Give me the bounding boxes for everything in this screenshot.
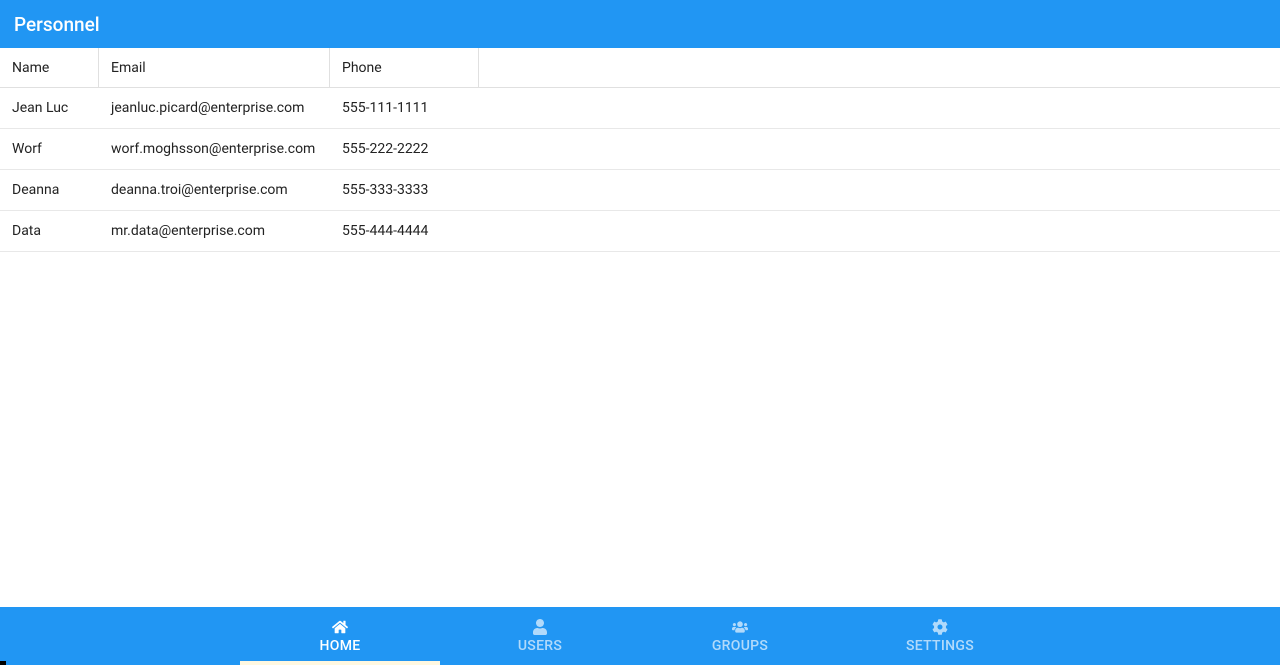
nav-label: USERS [518,638,562,654]
cell-name: Jean Luc [0,100,99,116]
active-tab-indicator [240,661,440,665]
table-row[interactable]: Worfworf.moghsson@enterprise.com555-222-… [0,129,1280,170]
cell-phone: 555-333-3333 [330,182,479,198]
nav-tab-settings[interactable]: SETTINGS [840,607,1040,665]
page-title: Personnel [14,13,100,36]
cell-phone: 555-444-4444 [330,223,479,239]
cell-email: jeanluc.picard@enterprise.com [99,100,330,116]
nav-label: SETTINGS [906,638,974,654]
table-row[interactable]: Jean Lucjeanluc.picard@enterprise.com555… [0,88,1280,129]
nav-label: GROUPS [712,638,768,654]
nav-tab-users[interactable]: USERS [440,607,640,665]
user-icon [532,618,548,636]
nav-label: HOME [320,638,361,654]
edge-artifact [0,661,6,665]
cell-name: Data [0,223,99,239]
cell-phone: 555-222-2222 [330,141,479,157]
column-header-email[interactable]: Email [99,48,330,87]
house-icon [332,618,348,636]
cell-email: mr.data@enterprise.com [99,223,330,239]
users-icon [732,618,748,636]
cell-email: worf.moghsson@enterprise.com [99,141,330,157]
table-row[interactable]: Datamr.data@enterprise.com555-444-4444 [0,211,1280,252]
cell-name: Worf [0,141,99,157]
cell-email: deanna.troi@enterprise.com [99,182,330,198]
table-row[interactable]: Deannadeanna.troi@enterprise.com555-333-… [0,170,1280,211]
table-header-row: Name Email Phone [0,48,1280,88]
cell-name: Deanna [0,182,99,198]
gear-icon [932,618,948,636]
bottom-nav: HOME USERS GROUPS SETTINGS [0,607,1280,665]
nav-tab-home[interactable]: HOME [240,607,440,665]
column-header-phone[interactable]: Phone [330,48,479,87]
cell-phone: 555-111-1111 [330,100,479,116]
column-header-name[interactable]: Name [0,48,99,87]
main-content: Name Email Phone Jean Lucjeanluc.picard@… [0,48,1280,607]
app-header: Personnel [0,0,1280,48]
table-body: Jean Lucjeanluc.picard@enterprise.com555… [0,88,1280,252]
nav-tab-groups[interactable]: GROUPS [640,607,840,665]
